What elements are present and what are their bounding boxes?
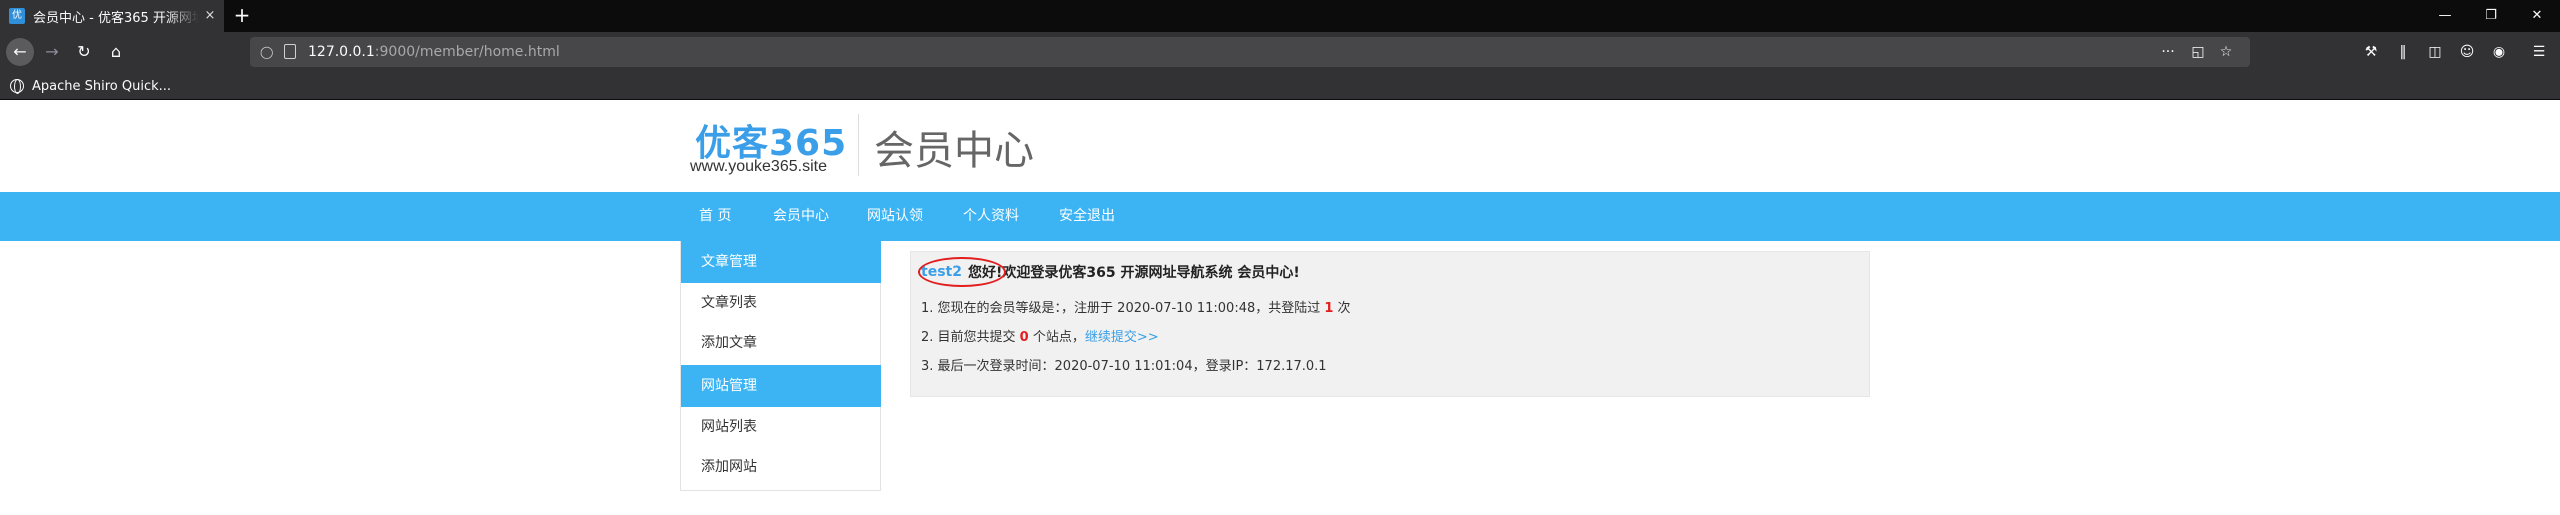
extension-icon[interactable]: ◉ [2488,42,2510,62]
last-login-line: 3. 最后一次登录时间：2020-07-10 11:01:04，登录IP：172… [921,359,1327,374]
welcome-message: 欢迎登录优客365 开源网址导航系统 会员中心! [1002,265,1300,281]
sidebar-item-site-list[interactable]: 网站列表 [681,407,881,447]
logo-url: www.youke365.site [690,158,827,175]
welcome-panel: test2 您好! 欢迎登录优客365 开源网址导航系统 会员中心! 1. 您现… [910,251,1870,397]
sidebar-item-article-list[interactable]: 文章列表 [681,283,881,323]
browser-toolbar: ← → ↻ ⌂ ◯ 127.0.0.1:9000/member/home.htm… [0,32,2560,72]
site-logo[interactable]: 优客365 www.youke365.site [690,114,850,184]
address-bar[interactable]: ◯ 127.0.0.1:9000/member/home.html ··· ◱ … [250,37,2250,67]
bookmark-label: Apache Shiro Quick... [32,78,172,94]
tab-title: 会员中心 - 优客365 开源网址导航系统 [33,10,199,26]
nav-item-member-center[interactable]: 会员中心 [773,192,829,241]
username-highlight-circle [918,257,1006,287]
bookmarks-toolbar: Apache Shiro Quick... [0,72,2560,100]
browser-tab-active[interactable]: 优 会员中心 - 优客365 开源网址导航系统 × [0,0,224,32]
reload-icon[interactable]: ↻ [70,38,98,66]
browser-tab-bar: 优 会员中心 - 优客365 开源网址导航系统 × + — ❐ ✕ [0,0,2560,32]
account-icon[interactable]: ☺ [2456,42,2478,62]
menu-icon[interactable]: ☰ [2528,42,2550,62]
page-info-icon[interactable] [284,44,296,59]
forward-arrow-icon[interactable]: → [38,38,66,66]
bookmark-star-icon[interactable]: ☆ [2216,43,2236,61]
bookmark-item[interactable]: Apache Shiro Quick... [10,77,171,95]
back-arrow-icon[interactable]: ← [6,38,34,66]
tools-icon[interactable]: ⚒ [2360,42,2382,62]
main-navigation: 首 页 会员中心 网站认领 个人资料 安全退出 [0,192,2560,241]
submission-info-line: 2. 目前您共提交 0 个站点，继续提交>> [921,330,1159,345]
page-content: 优客365 www.youke365.site 会员中心 首 页 会员中心 网站… [0,100,2560,515]
page-title: 会员中心 [874,128,1034,174]
url-text[interactable]: 127.0.0.1:9000/member/home.html [308,43,560,61]
more-icon[interactable]: ··· [2158,43,2178,61]
library-icon[interactable]: ‖ [2392,42,2414,62]
member-info-line: 1. 您现在的会员等级是：，注册于 2020-07-10 11:00:48，共登… [921,301,1351,316]
nav-item-profile[interactable]: 个人资料 [963,192,1019,241]
nav-item-home[interactable]: 首 页 [699,192,731,241]
header-divider [858,114,859,176]
site-count: 0 [1019,330,1029,345]
sidebar-heading-articles: 文章管理 [681,241,881,283]
home-icon[interactable]: ⌂ [102,38,130,66]
welcome-heading: test2 您好! 欢迎登录优客365 开源网址导航系统 会员中心! [918,257,1300,287]
tracking-protection-icon[interactable]: ◯ [260,44,274,60]
pocket-icon[interactable]: ◱ [2188,43,2208,61]
nav-item-site-claim[interactable]: 网站认领 [867,192,923,241]
site-favicon-icon: 优 [9,8,25,24]
restore-window-icon[interactable]: ❐ [2468,0,2514,32]
sidebar: 文章管理 文章列表 添加文章 网站管理 网站列表 添加网站 [680,241,881,491]
sidebar-heading-sites: 网站管理 [681,365,881,407]
close-window-icon[interactable]: ✕ [2514,0,2560,32]
minimize-window-icon[interactable]: — [2422,0,2468,32]
sidebar-item-add-article[interactable]: 添加文章 [681,323,881,363]
site-header: 优客365 www.youke365.site 会员中心 [0,100,2560,192]
close-tab-icon[interactable]: × [202,8,218,24]
globe-icon [10,79,24,94]
nav-item-logout[interactable]: 安全退出 [1059,192,1115,241]
sidebar-icon[interactable]: ◫ [2424,42,2446,62]
new-tab-button[interactable]: + [230,4,254,28]
sidebar-item-add-site[interactable]: 添加网站 [681,447,881,487]
continue-submit-link[interactable]: 继续提交>> [1085,330,1159,345]
